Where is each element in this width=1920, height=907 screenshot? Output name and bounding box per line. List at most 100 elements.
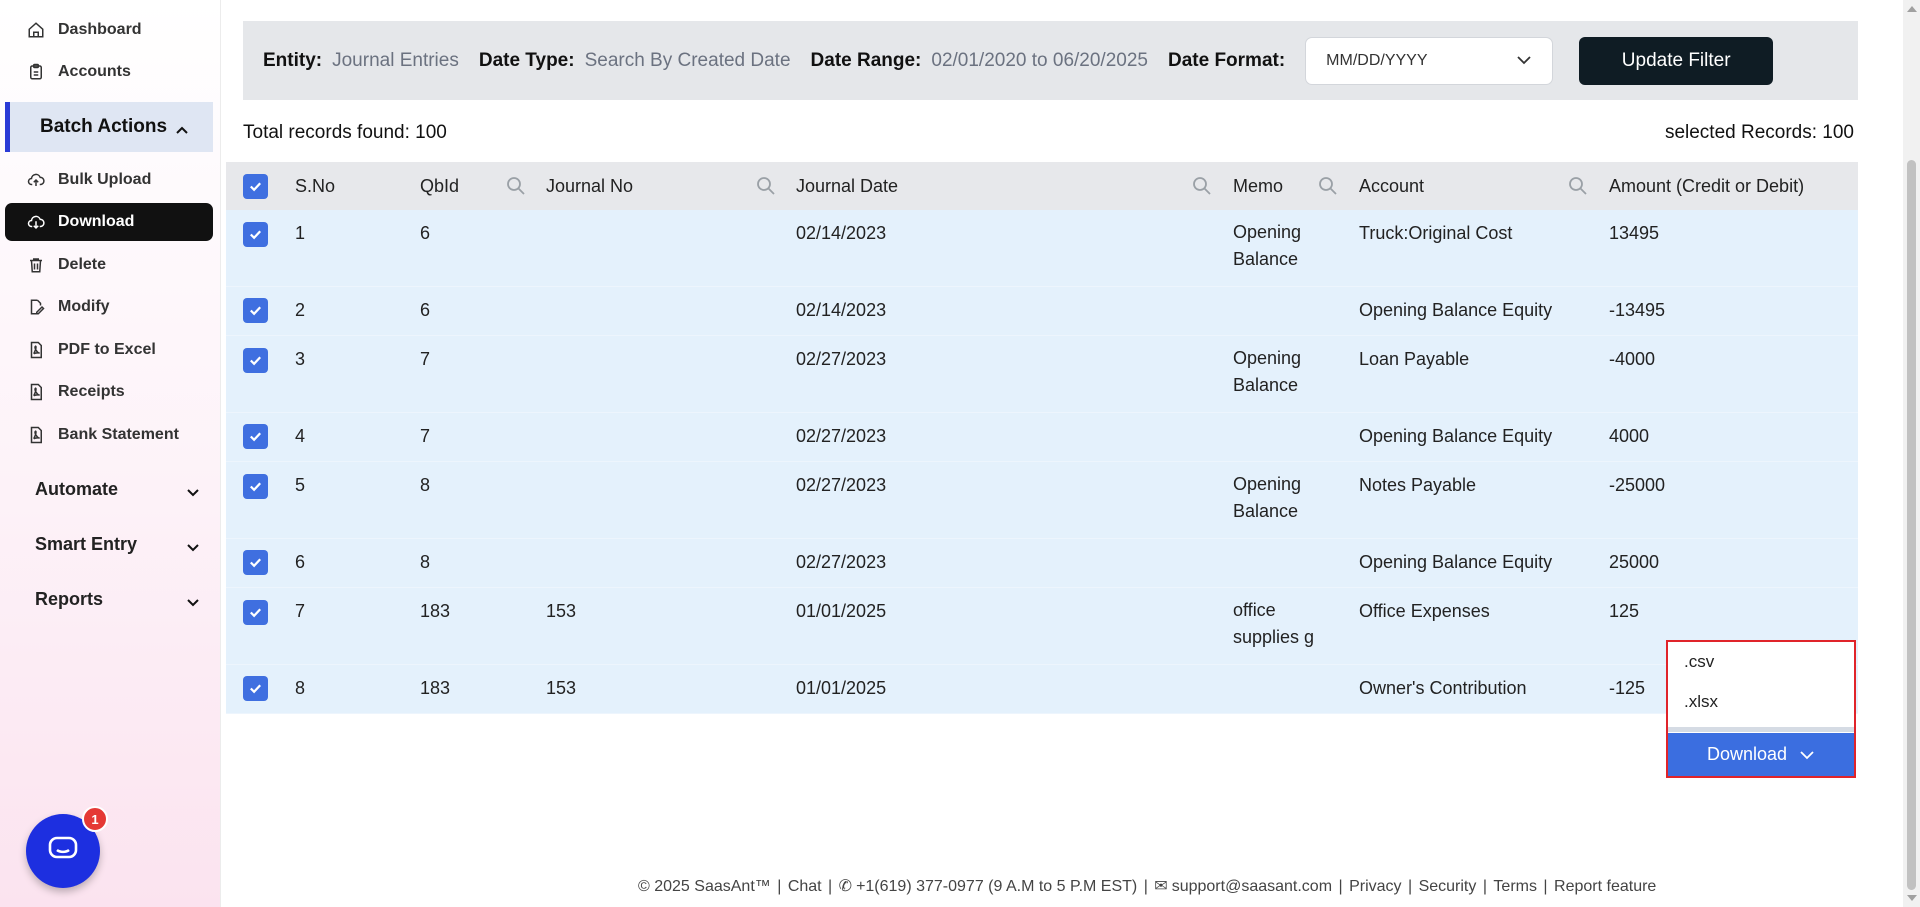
footer-report-link[interactable]: Report feature — [1554, 878, 1656, 895]
cell-sno: 3 — [295, 349, 306, 369]
cell-qbid: 6 — [420, 300, 431, 320]
cell-qbid: 183 — [420, 678, 451, 698]
entity-value: Journal Entries — [332, 49, 459, 71]
sidebar-section-smart-entry[interactable]: Smart Entry — [35, 526, 200, 562]
chevron-down-icon — [186, 482, 200, 503]
sidebar-item-download[interactable]: Download — [5, 203, 213, 241]
mail-icon: ✉ — [1154, 878, 1168, 895]
pdf-icon — [26, 340, 46, 360]
cell-account: Opening Balance Equity — [1359, 552, 1553, 572]
chevron-down-icon — [186, 592, 200, 613]
cell-amount: -13495 — [1609, 300, 1666, 320]
footer-privacy-link[interactable]: Privacy — [1349, 878, 1401, 895]
date-range-label: Date Range: — [810, 49, 922, 71]
download-option-xlsx[interactable]: .xlsx — [1684, 692, 1718, 712]
row-checkbox[interactable] — [243, 600, 268, 625]
cell-journal-date: 01/01/2025 — [796, 678, 887, 698]
table-row[interactable]: 3 7 02/27/2023 Opening Balance Loan Paya… — [226, 336, 1858, 413]
header-memo: Memo — [1233, 175, 1284, 196]
table-row[interactable]: 1 6 02/14/2023 Opening Balance Truck:Ori… — [226, 210, 1858, 287]
download-option-csv[interactable]: .csv — [1684, 652, 1714, 672]
download-button[interactable]: Download — [1668, 733, 1854, 776]
table-row[interactable]: 2 6 02/14/2023 Opening Balance Equity -1… — [226, 287, 1858, 336]
row-checkbox[interactable] — [243, 550, 268, 575]
cell-account: Opening Balance Equity — [1359, 300, 1553, 320]
select-all-checkbox[interactable] — [243, 174, 268, 199]
date-type-label: Date Type: — [478, 49, 575, 71]
sidebar: Dashboard Accounts Batch Actions Bulk Up… — [0, 0, 221, 907]
cell-account: Opening Balance Equity — [1359, 426, 1553, 446]
cloud-download-icon — [26, 212, 46, 232]
cell-journal-date: 02/14/2023 — [796, 223, 887, 243]
sidebar-item-label: Bank Statement — [58, 426, 179, 443]
cell-amount: -4000 — [1609, 349, 1656, 369]
table-row[interactable]: 8 183 153 01/01/2025 Owner's Contributio… — [226, 665, 1858, 714]
search-icon[interactable] — [506, 176, 526, 196]
scroll-up-arrow-icon[interactable] — [1907, 6, 1917, 12]
footer-copyright: © 2025 SaasAnt™ — [638, 878, 771, 895]
table-row[interactable]: 7 183 153 01/01/2025 office supplies g O… — [226, 588, 1858, 665]
sidebar-item-bulk-upload[interactable]: Bulk Upload — [0, 161, 214, 199]
sidebar-item-modify[interactable]: Modify — [0, 288, 214, 326]
date-format-value: MM/DD/YYYY — [1326, 51, 1428, 69]
sidebar-section-automate[interactable]: Automate — [35, 471, 200, 507]
header-account: Account — [1359, 175, 1425, 196]
footer-email[interactable]: support@saasant.com — [1172, 878, 1332, 895]
row-checkbox[interactable] — [243, 424, 268, 449]
sidebar-item-dashboard[interactable]: Dashboard — [0, 11, 214, 49]
header-amount: Amount (Credit or Debit) — [1609, 175, 1805, 196]
sidebar-section-label: Smart Entry — [35, 533, 138, 554]
cell-qbid: 7 — [420, 349, 431, 369]
search-icon[interactable] — [1568, 176, 1588, 196]
row-checkbox[interactable] — [243, 676, 268, 701]
search-icon[interactable] — [1192, 176, 1212, 196]
table-row[interactable]: 5 8 02/27/2023 Opening Balance Notes Pay… — [226, 462, 1858, 539]
sidebar-item-pdf-to-excel[interactable]: PDF to Excel — [0, 331, 214, 369]
sidebar-group-batch-actions[interactable]: Batch Actions — [5, 102, 213, 152]
footer-chat-link[interactable]: Chat — [788, 878, 822, 895]
cell-journal-date: 02/27/2023 — [796, 552, 887, 572]
sidebar-section-label: Reports — [35, 588, 104, 609]
table-row[interactable]: 6 8 02/27/2023 Opening Balance Equity 25… — [226, 539, 1858, 588]
cell-account: Notes Payable — [1359, 475, 1477, 495]
footer-terms-link[interactable]: Terms — [1493, 878, 1537, 895]
cell-sno: 5 — [295, 475, 306, 495]
date-format-select[interactable]: MM/DD/YYYY — [1305, 36, 1554, 85]
sidebar-section-reports[interactable]: Reports — [35, 581, 200, 617]
scroll-thumb[interactable] — [1907, 160, 1916, 890]
update-filter-button[interactable]: Update Filter — [1579, 36, 1774, 85]
table-row[interactable]: 4 7 02/27/2023 Opening Balance Equity 40… — [226, 413, 1858, 462]
sidebar-section-label: Automate — [35, 478, 119, 499]
date-range-value: 02/01/2020 to 06/20/2025 — [931, 49, 1148, 71]
sidebar-item-delete[interactable]: Delete — [0, 246, 214, 284]
entity-label: Entity: — [263, 49, 323, 71]
header-qbid: QbId — [420, 175, 460, 196]
total-records: Total records found: 100 — [243, 122, 447, 143]
row-checkbox[interactable] — [243, 222, 268, 247]
sidebar-item-receipts[interactable]: Receipts — [0, 373, 214, 411]
page-scrollbar[interactable] — [1903, 0, 1920, 907]
search-icon[interactable] — [1318, 176, 1338, 196]
row-checkbox[interactable] — [243, 348, 268, 373]
cell-sno: 7 — [295, 601, 306, 621]
scroll-down-arrow-icon[interactable] — [1907, 895, 1917, 901]
clipboard-icon — [26, 62, 46, 82]
sidebar-item-label: Bulk Upload — [58, 171, 152, 188]
sidebar-item-label: Dashboard — [58, 21, 142, 38]
cell-sno: 2 — [295, 300, 306, 320]
row-checkbox[interactable] — [243, 474, 268, 499]
cell-account: Truck:Original Cost — [1359, 223, 1513, 243]
footer-security-link[interactable]: Security — [1419, 878, 1477, 895]
download-menu: .csv .xlsx Download — [1666, 640, 1856, 778]
sidebar-group-label: Batch Actions — [40, 116, 168, 137]
cell-qbid: 8 — [420, 552, 431, 572]
header-journal-date: Journal Date — [796, 175, 899, 196]
cell-account: Office Expenses — [1359, 601, 1490, 621]
sidebar-item-accounts[interactable]: Accounts — [0, 53, 214, 91]
cell-memo: office supplies g — [1233, 600, 1315, 647]
search-icon[interactable] — [756, 176, 776, 196]
row-checkbox[interactable] — [243, 298, 268, 323]
sidebar-item-bank-statement[interactable]: Bank Statement — [0, 416, 214, 454]
cell-amount: -25000 — [1609, 475, 1666, 495]
selected-records: selected Records: 100 — [1664, 122, 1854, 143]
